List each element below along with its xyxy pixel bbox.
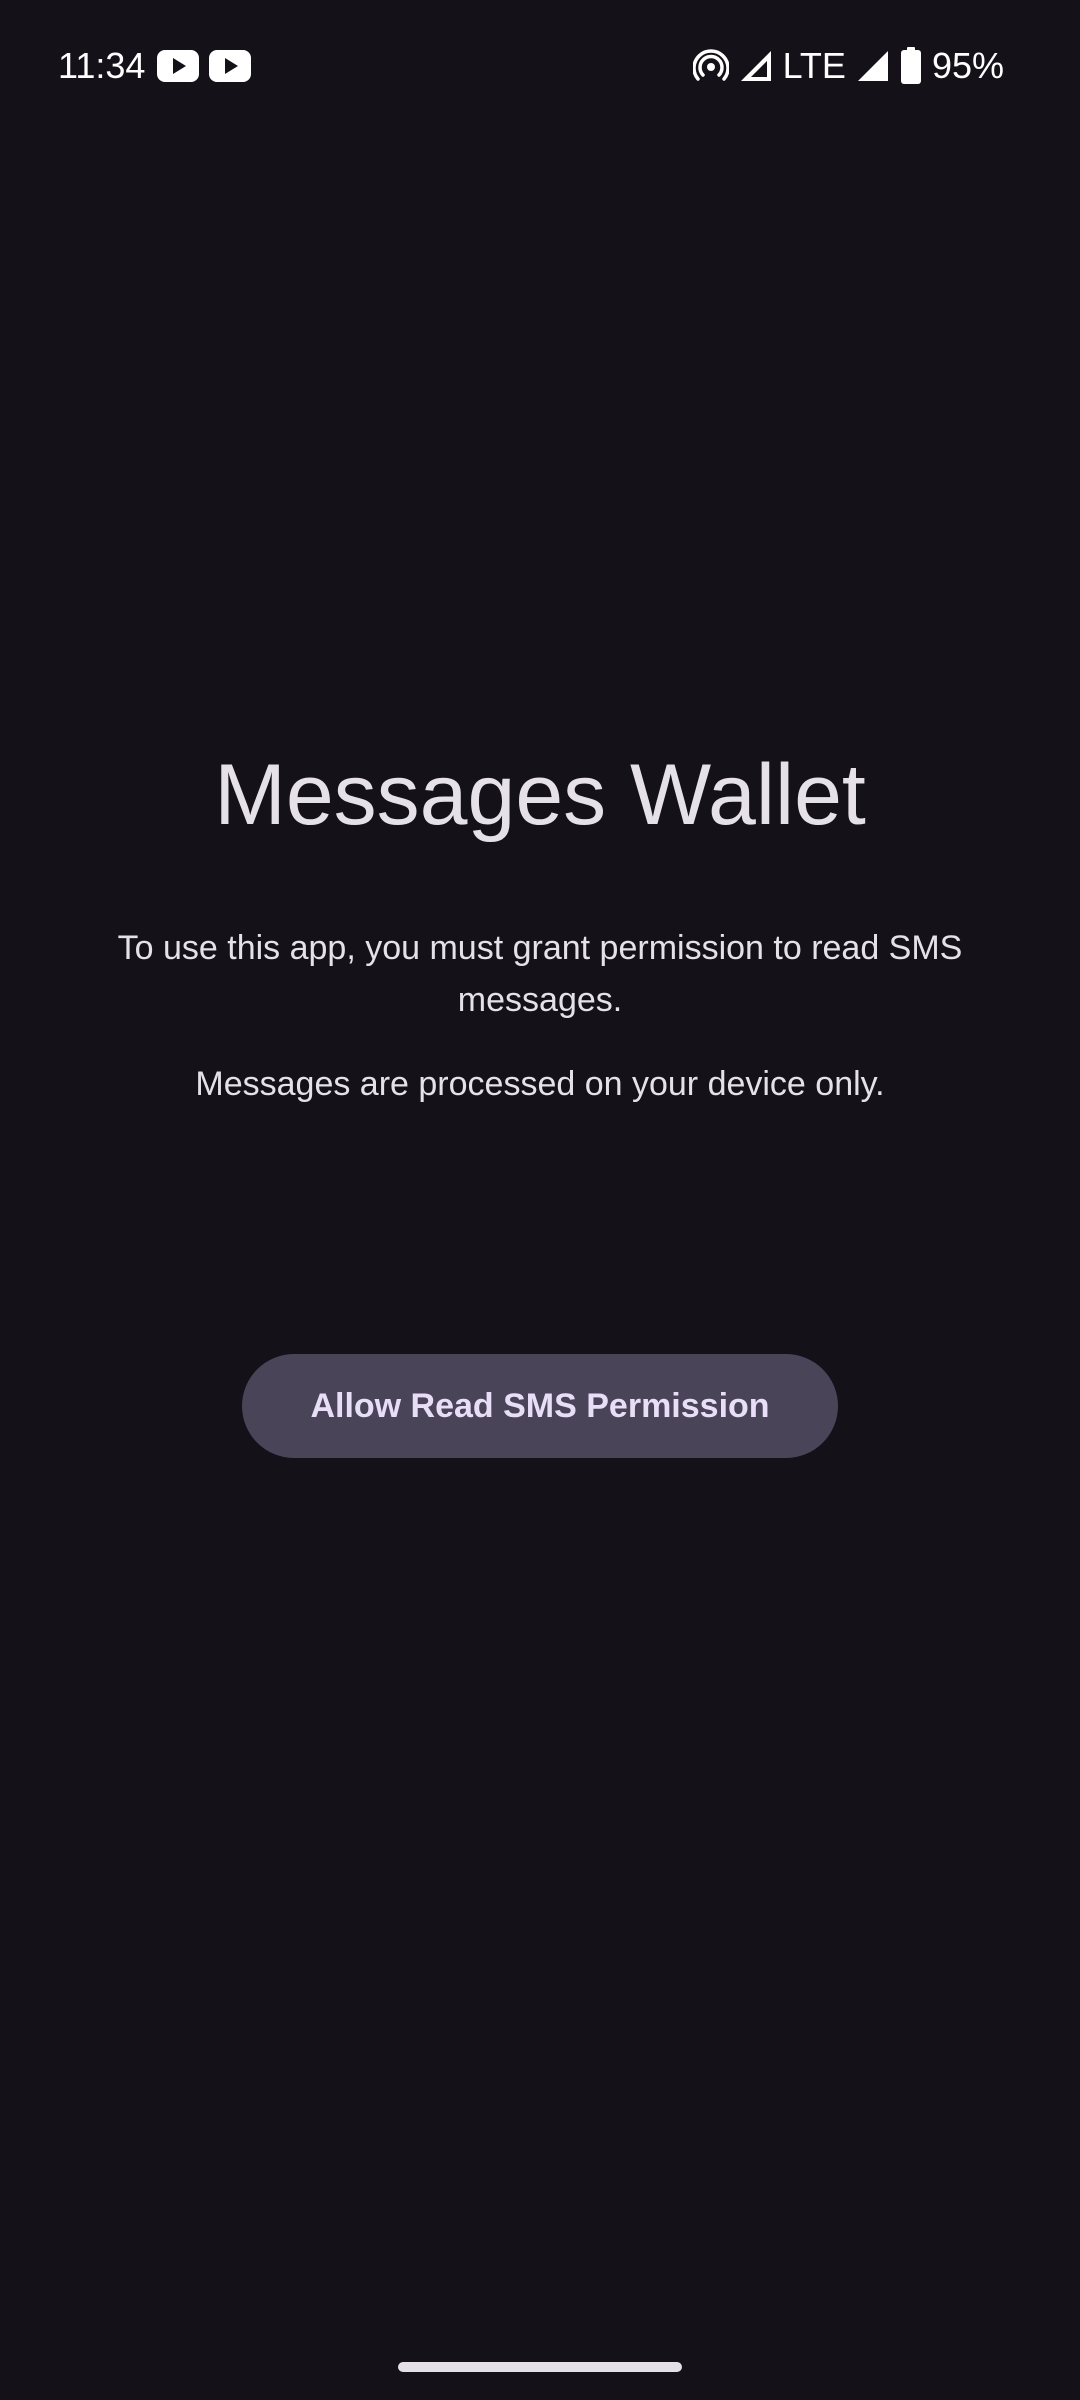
allow-sms-permission-button[interactable]: Allow Read SMS Permission	[242, 1354, 838, 1458]
navigation-gesture-bar[interactable]	[398, 2362, 682, 2372]
app-title: Messages Wallet	[214, 747, 866, 843]
signal-icon	[856, 49, 890, 83]
network-type-label: LTE	[782, 45, 846, 86]
status-time: 11:34	[58, 45, 146, 86]
hotspot-icon	[692, 48, 729, 84]
signal-icon	[739, 49, 773, 83]
status-left: 11:34	[58, 44, 252, 88]
status-right: LTE 95%	[692, 44, 1004, 88]
battery-icon	[900, 47, 922, 85]
status-bar: 11:34 LTE 95%	[0, 0, 1080, 132]
battery-percent: 95%	[931, 45, 1004, 86]
privacy-note: Messages are processed on your device on…	[195, 1065, 885, 1103]
permission-description: To use this app, you must grant permissi…	[117, 929, 963, 1019]
youtube-icon	[157, 50, 200, 82]
youtube-icon	[209, 50, 252, 82]
